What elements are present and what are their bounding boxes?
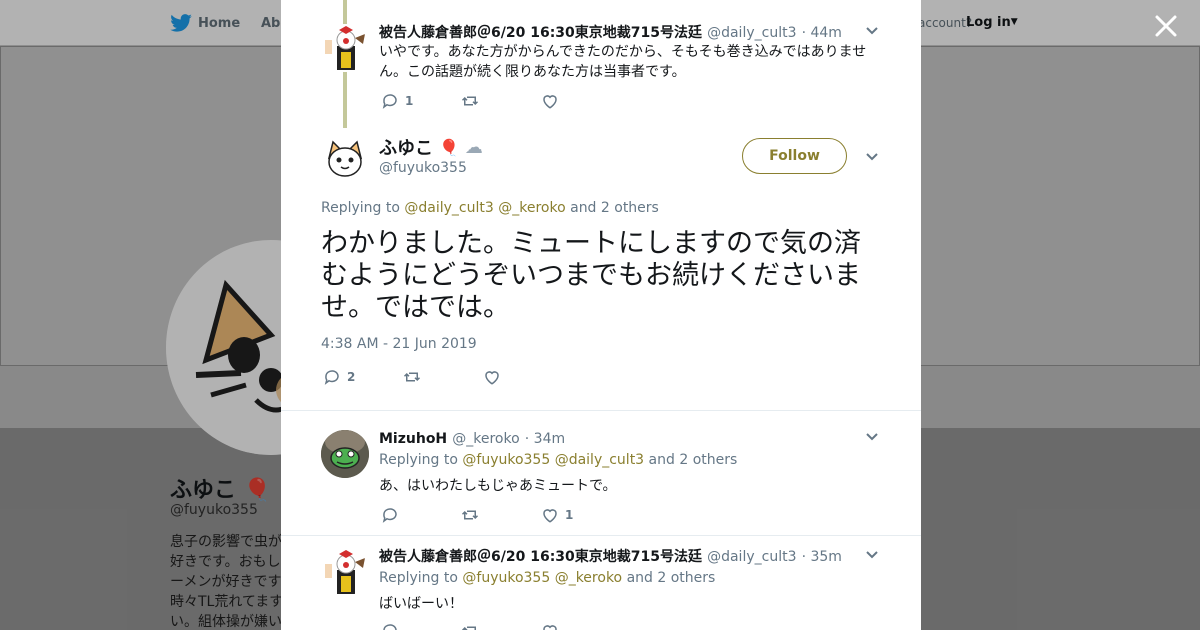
reply-count: 2 [347, 370, 356, 384]
tweet-time[interactable]: · 35m [802, 549, 842, 565]
tweet-text: わかりました。ミュートにしますので気の済むようにどうぞいつまでもお続けくださいま… [321, 228, 861, 323]
tweet-time[interactable]: · 34m [525, 431, 565, 447]
reply-icon [383, 624, 397, 630]
avatar[interactable] [321, 134, 369, 182]
reply-button[interactable]: 2 [323, 368, 403, 386]
replying-to: Replying to @daily_cult3 @_keroko and 2 … [321, 200, 659, 216]
tweet-author-name[interactable]: 被告人藤倉善郎＠6/20 16:30東京地裁715号法廷 [379, 25, 702, 41]
tweet-header: 被告人藤倉善郎＠6/20 16:30東京地裁715号法廷 @daily_cult… [379, 546, 881, 566]
close-icon[interactable] [1152, 12, 1180, 40]
retweet-button[interactable] [403, 368, 483, 386]
tweet-header: MizuhoH @_keroko · 34m [379, 428, 881, 447]
tweet-actions: 1 [381, 506, 621, 524]
replying-prefix: Replying to [321, 200, 400, 216]
retweet-icon [461, 96, 479, 106]
clown-avatar-icon [321, 24, 369, 72]
retweet-icon [403, 372, 421, 382]
retweet-icon [461, 510, 479, 520]
tweet-modal: 被告人藤倉善郎＠6/20 16:30東京地裁715号法廷 @daily_cult… [281, 0, 921, 630]
divider [281, 535, 921, 536]
divider [281, 410, 921, 411]
replying-prefix: Replying to [379, 570, 458, 586]
reply-button[interactable] [381, 506, 461, 524]
retweet-icon [461, 626, 476, 630]
author-name-text: ふゆこ [379, 138, 433, 159]
balloon-icon: 🎈 [439, 137, 459, 157]
heart-icon [543, 95, 557, 109]
clown-avatar-icon [321, 548, 369, 596]
chevron-down-icon[interactable] [865, 150, 879, 164]
tweet-text: いやです。あなた方がからんできたのだから、そもそも巻き込みではありません。この話… [379, 44, 867, 80]
reply-icon [382, 508, 397, 523]
replying-to: Replying to @fuyuko355 @_keroko and 2 ot… [379, 570, 715, 586]
follow-button[interactable]: Follow [742, 138, 847, 174]
mention-link[interactable]: @fuyuko355 [462, 452, 550, 468]
heart-icon [543, 509, 557, 523]
mention-link[interactable]: @fuyuko355 [462, 570, 550, 586]
replying-to: Replying to @fuyuko355 @daily_cult3 and … [379, 452, 737, 468]
tweet-author-name[interactable]: ふゆこ 🎈 ☁ [379, 134, 483, 160]
tweet-time[interactable]: · 44m [802, 25, 842, 41]
tweet-author-handle[interactable]: @_keroko [452, 431, 519, 447]
avatar[interactable] [321, 548, 369, 596]
tweet-actions: 1 [381, 92, 621, 110]
like-count: 1 [565, 508, 574, 522]
tweet-author-handle[interactable]: @daily_cult3 [707, 25, 796, 41]
tweet-actions: 2 [323, 368, 563, 386]
reply-button[interactable] [381, 622, 461, 630]
like-button[interactable] [483, 368, 563, 386]
avatar[interactable] [321, 430, 369, 478]
reply-button[interactable]: 1 [381, 92, 461, 110]
retweet-button[interactable] [461, 506, 541, 524]
chevron-down-icon[interactable] [865, 24, 879, 38]
tweet-author-handle[interactable]: @fuyuko355 [379, 160, 467, 176]
mention-link[interactable]: @_keroko [555, 570, 622, 586]
reply-icon [324, 370, 339, 385]
replying-others[interactable]: and 2 others [570, 200, 659, 216]
tweet-author-name[interactable]: MizuhoH [379, 431, 447, 447]
tweet-author-handle[interactable]: @daily_cult3 [707, 549, 796, 565]
heart-icon [485, 371, 499, 385]
avatar[interactable] [321, 24, 369, 72]
mention-link[interactable]: @daily_cult3 [555, 452, 644, 468]
replying-prefix: Replying to [379, 452, 458, 468]
reply-icon [382, 94, 397, 109]
like-button[interactable] [541, 622, 621, 630]
chevron-down-icon[interactable] [865, 548, 879, 562]
like-button[interactable] [541, 92, 621, 110]
tweet-actions [381, 622, 621, 630]
tweet-text: あ、はいわたしもじゃあミュートで。 [379, 478, 617, 494]
chevron-down-icon[interactable] [865, 430, 879, 444]
tweet-timestamp[interactable]: 4:38 AM - 21 Jun 2019 [321, 336, 477, 352]
tweet-author-name[interactable]: 被告人藤倉善郎＠6/20 16:30東京地裁715号法廷 [379, 549, 702, 565]
cat-avatar-icon [321, 134, 369, 182]
replying-others[interactable]: and 2 others [649, 452, 738, 468]
cloud-icon: ☁ [464, 136, 483, 158]
like-button[interactable]: 1 [541, 506, 621, 524]
retweet-button[interactable] [461, 622, 541, 630]
frog-avatar-icon [321, 430, 369, 478]
replying-others[interactable]: and 2 others [627, 570, 716, 586]
retweet-button[interactable] [461, 92, 541, 110]
tweet-header: 被告人藤倉善郎＠6/20 16:30東京地裁715号法廷 @daily_cult… [379, 22, 881, 42]
heart-icon [543, 625, 557, 630]
reply-count: 1 [405, 94, 414, 108]
mention-link[interactable]: @daily_cult3 [404, 200, 493, 216]
mention-link[interactable]: @_keroko [498, 200, 565, 216]
tweet-text: ばいばーい！ [379, 596, 463, 612]
